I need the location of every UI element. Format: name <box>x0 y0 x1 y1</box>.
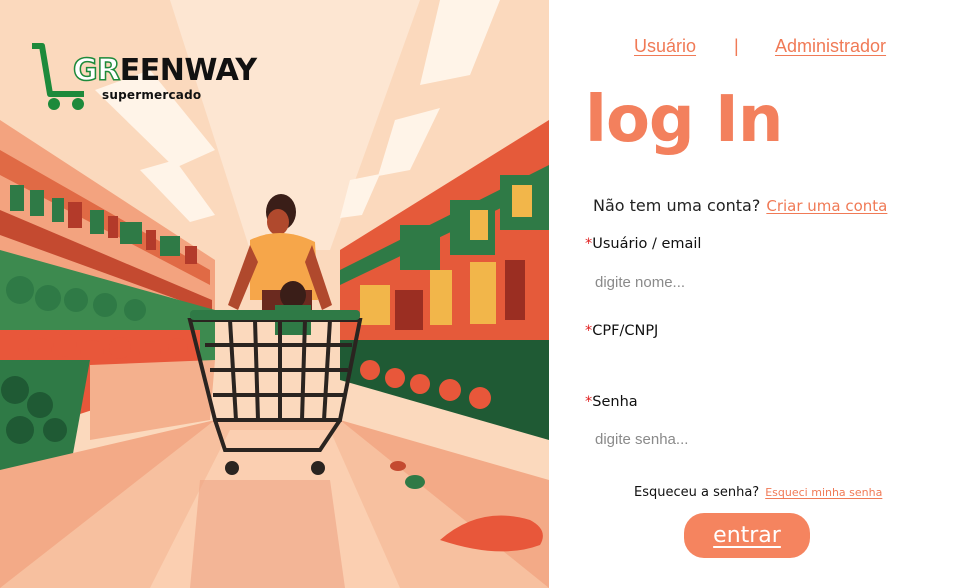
forgot-password-link[interactable]: Esqueci minha senha <box>765 486 882 499</box>
user-field-label: *Usuário / email <box>585 236 701 252</box>
login-submit-label: entrar <box>713 523 781 548</box>
nav-link-usuario[interactable]: Usuário <box>634 36 696 57</box>
page-title: log In <box>585 83 783 157</box>
nav-separator: | <box>734 36 739 56</box>
brand-wordmark: GREENWAY <box>72 53 257 88</box>
signup-row: Não tem uma conta? Criar uma conta <box>593 196 965 215</box>
signup-prompt: Não tem uma conta? <box>593 196 761 215</box>
password-input[interactable] <box>595 424 925 454</box>
login-submit-button[interactable]: entrar <box>684 513 810 558</box>
cpf-cnpj-input[interactable] <box>595 352 925 382</box>
brand-wordmark-rest: EENWAY <box>119 53 257 88</box>
forgot-password-prompt: Esqueceu a senha? <box>634 485 760 500</box>
brand-tagline: supermercado <box>102 88 202 102</box>
forgot-password-row: Esqueceu a senha? Esqueci minha senha <box>634 481 882 500</box>
password-field-label-text: Senha <box>592 394 638 410</box>
brand-wordmark-prefix: GR <box>72 53 121 88</box>
user-field-label-text: Usuário / email <box>592 236 702 252</box>
nav-link-administrador[interactable]: Administrador <box>775 36 886 57</box>
role-nav: Usuário | Administrador <box>549 36 965 60</box>
login-panel: Usuário | Administrador log In Não tem u… <box>549 0 965 588</box>
user-email-input[interactable] <box>595 267 925 297</box>
cpf-field-label-text: CPF/CNPJ <box>592 323 659 339</box>
cpf-field-label: *CPF/CNPJ <box>585 323 658 339</box>
hero-illustration: GREENWAY supermercado <box>0 0 549 588</box>
brand-logo: GREENWAY supermercado <box>30 42 257 114</box>
password-field-label: *Senha <box>585 394 638 410</box>
create-account-link[interactable]: Criar uma conta <box>766 197 887 215</box>
